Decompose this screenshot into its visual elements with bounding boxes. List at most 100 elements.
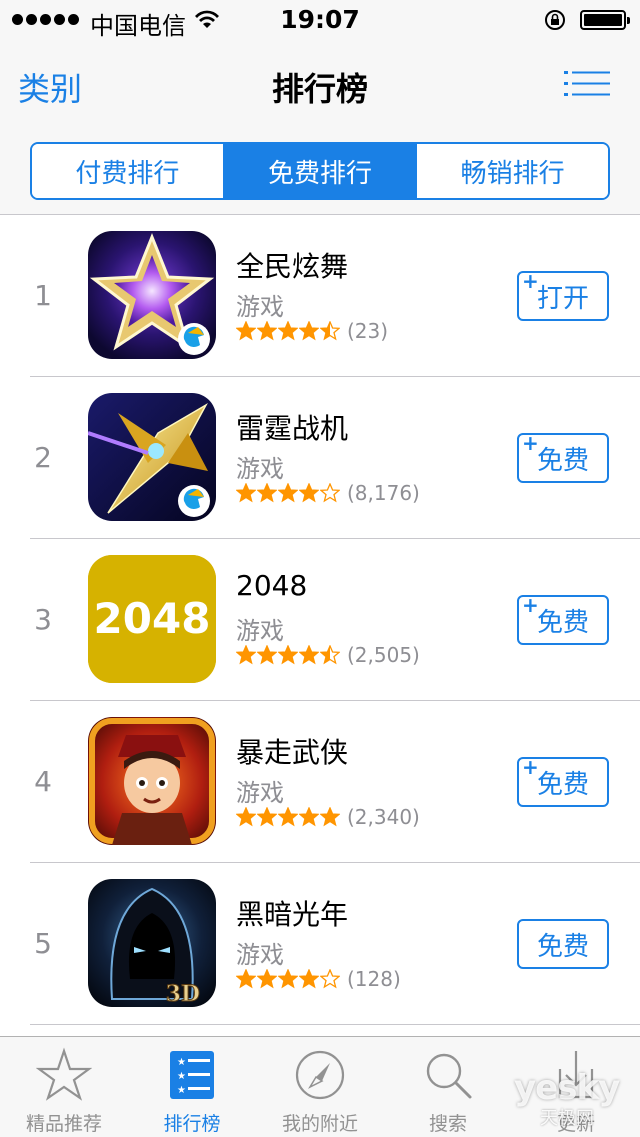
segment-top-grossing[interactable]: 畅销排行 xyxy=(415,144,608,198)
rating-star-icon xyxy=(236,807,256,827)
rating-star-icon xyxy=(278,321,298,341)
watermark-logo: yesky xyxy=(514,1068,620,1108)
star-rating xyxy=(236,807,341,827)
tab-label: 精品推荐 xyxy=(25,1113,102,1135)
icon-text: 2048 xyxy=(94,594,211,643)
rating-star-icon xyxy=(320,807,340,827)
compass-icon xyxy=(295,1050,345,1100)
app-category: 游戏 xyxy=(236,941,284,969)
list-item[interactable]: 2 雷霆战机 游戏 (8,176) + 免费 xyxy=(0,377,640,539)
navigation-bar: 类别 排行榜 xyxy=(0,40,640,128)
fighter-jet-icon xyxy=(88,393,216,521)
rating-star-icon xyxy=(236,483,256,503)
rating-star-icon xyxy=(299,483,319,503)
tab-featured[interactable]: 精品推荐 xyxy=(0,1037,128,1137)
tab-label: 搜索 xyxy=(428,1113,467,1135)
svg-text:★: ★ xyxy=(177,1085,186,1096)
page-title: 排行榜 xyxy=(271,70,368,108)
app-category: 游戏 xyxy=(236,779,284,807)
review-count: (2,340) xyxy=(347,805,420,829)
rating-star-icon xyxy=(299,969,319,989)
watermark-subtitle: 天极网 xyxy=(540,1108,594,1129)
warrior-icon xyxy=(88,717,216,845)
rating-star-icon xyxy=(278,483,298,503)
divider xyxy=(30,1024,640,1025)
rating-star-icon xyxy=(299,807,319,827)
tab-label: 我的附近 xyxy=(281,1113,358,1135)
free-button[interactable]: + 免费 xyxy=(517,431,609,483)
rank-number: 2 xyxy=(34,441,52,474)
app-name: 全民炫舞 xyxy=(236,250,349,283)
button-label: 免费 xyxy=(536,931,589,962)
rating-star-icon xyxy=(236,645,256,665)
list-icon[interactable] xyxy=(564,70,610,98)
star-rating xyxy=(236,321,341,341)
rating: (128) xyxy=(236,967,401,991)
star-rating xyxy=(236,969,341,989)
rating-star-icon xyxy=(257,483,277,503)
review-count: (2,505) xyxy=(347,643,420,667)
list-item[interactable]: 3 2048 2048 游戏 (2,505) + 免费 xyxy=(0,539,640,701)
rank-number: 1 xyxy=(34,279,52,312)
segment-free[interactable]: 免费排行 xyxy=(222,144,416,198)
segment-bar: 付费排行 免费排行 畅销排行 xyxy=(0,128,640,215)
rating-star-icon xyxy=(299,321,319,341)
app-category: 游戏 xyxy=(236,293,284,321)
app-category: 游戏 xyxy=(236,617,284,645)
open-button[interactable]: + 打开 xyxy=(517,269,609,321)
plus-icon: + xyxy=(522,755,539,779)
rank-number: 3 xyxy=(34,603,52,636)
rating-star-icon xyxy=(278,645,298,665)
free-button[interactable]: + 免费 xyxy=(517,755,609,807)
review-count: (8,176) xyxy=(347,481,420,505)
svg-text:★: ★ xyxy=(177,1071,186,1082)
rating-star-icon xyxy=(278,807,298,827)
status-bar: 中国电信 19:07 xyxy=(0,0,640,40)
tab-top-charts[interactable]: ★ ★ ★ 排行榜 xyxy=(128,1037,256,1137)
free-button[interactable]: + 免费 xyxy=(517,593,609,645)
app-name: 雷霆战机 xyxy=(236,412,349,445)
rating-star-icon xyxy=(236,969,256,989)
rating: (2,505) xyxy=(236,643,420,667)
app-category: 游戏 xyxy=(236,455,284,483)
free-button[interactable]: 免费 xyxy=(517,919,609,969)
tab-search[interactable]: 搜索 xyxy=(384,1037,512,1137)
rating: (8,176) xyxy=(236,481,420,505)
rating-star-icon xyxy=(257,645,277,665)
app-name: 暴走武侠 xyxy=(236,736,349,769)
rotation-lock-icon xyxy=(545,10,565,30)
tab-near-me[interactable]: 我的附近 xyxy=(256,1037,384,1137)
rating-star-icon xyxy=(320,321,340,341)
rating-star-icon xyxy=(236,321,256,341)
rating-star-icon xyxy=(299,645,319,665)
rating-star-icon xyxy=(257,807,277,827)
ranking-segmented-control: 付费排行 免费排行 畅销排行 xyxy=(30,142,610,200)
button-label: 打开 xyxy=(536,283,589,314)
review-count: (23) xyxy=(347,319,389,343)
segment-paid[interactable]: 付费排行 xyxy=(32,144,223,198)
icon-badge: 3D xyxy=(166,981,200,1007)
star-icon xyxy=(36,1047,92,1101)
svg-text:★: ★ xyxy=(177,1057,186,1068)
button-label: 免费 xyxy=(536,607,589,638)
button-label: 免费 xyxy=(536,769,589,800)
list-item[interactable]: 4 暴走武侠 游戏 (2,340) + 免费 xyxy=(0,701,640,863)
rating-star-icon xyxy=(320,483,340,503)
list-item[interactable]: 1 全民炫舞 游戏 (23) + 打开 xyxy=(0,215,640,377)
rating-star-icon xyxy=(257,321,277,341)
rank-number: 4 xyxy=(34,765,52,798)
plus-icon: + xyxy=(522,269,539,293)
rating: (2,340) xyxy=(236,805,420,829)
plus-icon: + xyxy=(522,593,539,617)
battery-icon xyxy=(580,10,630,30)
button-label: 免费 xyxy=(536,445,589,476)
star-rating xyxy=(236,483,341,503)
rating: (23) xyxy=(236,319,388,343)
list-item[interactable]: 5 3D 黑暗光年 游戏 (128) 免费 xyxy=(0,863,640,1025)
star-rating xyxy=(236,645,341,665)
search-icon xyxy=(426,1053,472,1099)
rank-number: 5 xyxy=(34,927,52,960)
star-dance-icon xyxy=(88,231,216,359)
app-list: 1 全民炫舞 游戏 (23) + 打开 2 雷霆战机 游戏 (8,176) + … xyxy=(0,215,640,1025)
review-count: (128) xyxy=(347,967,401,991)
